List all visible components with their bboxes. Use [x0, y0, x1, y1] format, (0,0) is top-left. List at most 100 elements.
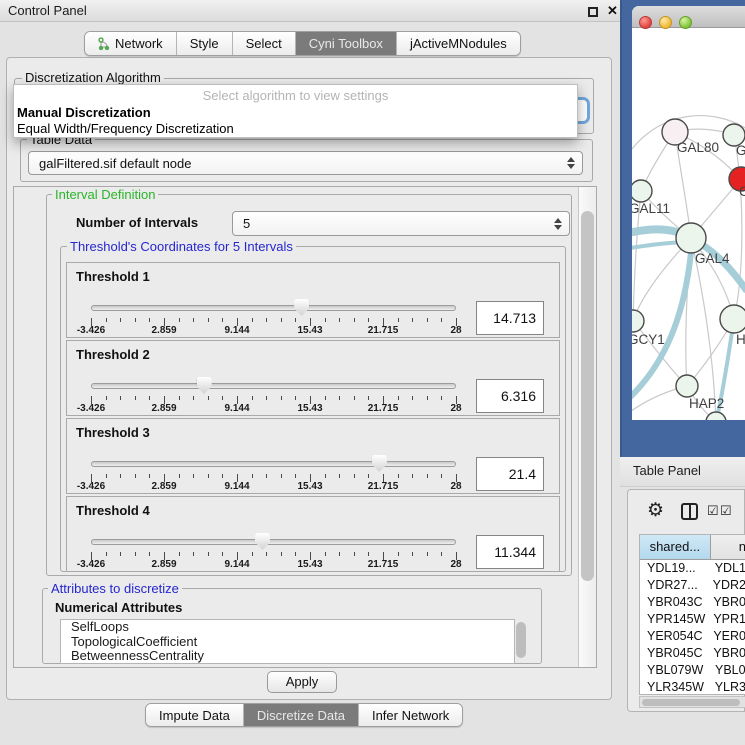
- column-header-shared-name[interactable]: shared...: [640, 535, 711, 559]
- tick-mark: [325, 552, 326, 556]
- tick-mark: [441, 552, 442, 556]
- slider-thumb[interactable]: [255, 533, 270, 550]
- bottom-tab-bar: Impute Data Discretize Data Infer Networ…: [145, 703, 463, 727]
- horizontal-scrollbar[interactable]: [639, 696, 745, 708]
- network-node[interactable]: [720, 305, 745, 333]
- slider-track[interactable]: [91, 383, 456, 389]
- table-data-combobox[interactable]: galFiltered.sif default node: [28, 151, 583, 175]
- slider-track[interactable]: [91, 305, 456, 311]
- axis-tick-label: 9.144: [224, 325, 249, 336]
- close-icon[interactable]: ✕: [607, 3, 618, 19]
- cell-shared-name[interactable]: YBR045C: [640, 645, 709, 662]
- cell-name[interactable]: YBL0: [711, 662, 745, 679]
- table-row[interactable]: YER054CYER0: [640, 628, 745, 645]
- tick-mark: [398, 318, 399, 322]
- cell-shared-name[interactable]: YLR345W: [640, 679, 711, 695]
- slider-thumb[interactable]: [197, 377, 212, 394]
- network-node[interactable]: [632, 310, 644, 332]
- checkbox-icon[interactable]: ☑: [720, 503, 732, 519]
- table-row[interactable]: YBR045CYBR0: [640, 645, 745, 662]
- cell-shared-name[interactable]: YPR145W: [640, 611, 709, 628]
- algorithm-option-equal-width[interactable]: Equal Width/Frequency Discretization: [17, 121, 234, 136]
- network-node[interactable]: [676, 375, 698, 397]
- tab-jactivemnodules[interactable]: jActiveMNodules: [397, 32, 520, 55]
- tick-mark: [281, 552, 282, 556]
- tick-mark: [252, 318, 253, 322]
- tab-infer-network[interactable]: Infer Network: [359, 704, 462, 726]
- cell-name[interactable]: YER0: [709, 628, 745, 645]
- threshold-slider[interactable]: -3.4262.8599.14415.4321.71528: [91, 299, 456, 337]
- cell-shared-name[interactable]: YDL19...: [640, 560, 711, 577]
- threshold-value-field[interactable]: 14.713: [476, 301, 544, 335]
- tab-network[interactable]: Network: [85, 32, 177, 55]
- checkbox-icon[interactable]: ☑: [707, 503, 719, 519]
- horizontal-scrollbar-thumb[interactable]: [642, 699, 740, 706]
- tick-mark: [266, 396, 267, 400]
- table-row[interactable]: YBR043CYBR0: [640, 594, 745, 611]
- tab-select[interactable]: Select: [233, 32, 296, 55]
- axis-tick-label: 21.715: [368, 481, 399, 492]
- tab-impute-data[interactable]: Impute Data: [146, 704, 244, 726]
- slider-thumb[interactable]: [294, 299, 309, 316]
- cell-shared-name[interactable]: YDR27...: [640, 577, 709, 594]
- tick-mark: [368, 552, 369, 556]
- network-window-titlebar[interactable]: [632, 6, 745, 28]
- threshold-value-field[interactable]: 11.344: [476, 535, 544, 569]
- vertical-scrollbar[interactable]: [578, 187, 596, 667]
- cell-name[interactable]: YDR2: [709, 577, 745, 594]
- control-panel-title: Control Panel: [8, 3, 87, 18]
- attributes-scrollbar-thumb[interactable]: [516, 622, 526, 658]
- attribute-list-item[interactable]: BetweennessCentrality: [61, 649, 514, 664]
- tab-cyni-toolbox[interactable]: Cyni Toolbox: [296, 32, 397, 55]
- number-of-intervals-combobox[interactable]: 5: [232, 211, 570, 236]
- threshold-label: Threshold 1: [76, 269, 150, 284]
- tab-discretize-data[interactable]: Discretize Data: [244, 704, 359, 726]
- cell-name[interactable]: YPR1: [709, 611, 745, 628]
- threshold-axis: -3.4262.8599.14415.4321.71528: [91, 559, 456, 571]
- close-traffic-light-icon[interactable]: [639, 16, 652, 29]
- cell-name[interactable]: YBR0: [709, 645, 745, 662]
- network-canvas[interactable]: GAL80GCGAL11GAL4GCY1HHAP2: [632, 29, 745, 420]
- slider-thumb[interactable]: [372, 455, 387, 472]
- network-node[interactable]: [632, 180, 652, 202]
- cell-shared-name[interactable]: YER054C: [640, 628, 709, 645]
- float-window-icon[interactable]: [588, 7, 598, 17]
- gear-icon[interactable]: ⚙: [647, 499, 664, 522]
- table-row[interactable]: YPR145WYPR1: [640, 611, 745, 628]
- threshold-slider[interactable]: -3.4262.8599.14415.4321.71528: [91, 377, 456, 415]
- axis-tick-label: 9.144: [224, 403, 249, 414]
- table-row[interactable]: YLR345WYLR3: [640, 679, 745, 695]
- numerical-attributes-list[interactable]: SelfLoopsTopologicalCoefficientBetweenne…: [60, 619, 515, 664]
- table-row[interactable]: YBL079WYBL0: [640, 662, 745, 679]
- threshold-value-field[interactable]: 21.4: [476, 457, 544, 491]
- slider-track[interactable]: [91, 539, 456, 545]
- attribute-list-item[interactable]: SelfLoops: [61, 620, 514, 635]
- threshold-slider[interactable]: -3.4262.8599.14415.4321.71528: [91, 455, 456, 493]
- minimize-traffic-light-icon[interactable]: [659, 16, 672, 29]
- cell-name[interactable]: YLR3: [711, 679, 745, 695]
- axis-tick-label: 9.144: [224, 559, 249, 570]
- cell-name[interactable]: YDL1: [711, 560, 745, 577]
- axis-tick-label: 15.43: [297, 559, 322, 570]
- network-node[interactable]: [706, 412, 726, 420]
- zoom-traffic-light-icon[interactable]: [679, 16, 692, 29]
- tick-mark: [208, 474, 209, 478]
- network-node[interactable]: [676, 223, 706, 253]
- table-row[interactable]: YDL19...YDL1: [640, 560, 745, 577]
- threshold-value-field[interactable]: 6.316: [476, 379, 544, 413]
- algorithm-option-manual[interactable]: Manual Discretization: [17, 105, 151, 120]
- apply-button[interactable]: Apply: [267, 671, 337, 693]
- column-header-name[interactable]: n: [711, 535, 745, 559]
- cell-name[interactable]: YBR0: [709, 594, 745, 611]
- tab-style[interactable]: Style: [177, 32, 233, 55]
- slider-track[interactable]: [91, 461, 456, 467]
- tick-mark: [368, 318, 369, 322]
- threshold-slider[interactable]: -3.4262.8599.14415.4321.71528: [91, 533, 456, 571]
- cell-shared-name[interactable]: YBR043C: [640, 594, 709, 611]
- column-browse-icon[interactable]: [681, 503, 698, 520]
- app-root: Control Panel ✕ Network Style Select Cyn…: [0, 0, 745, 745]
- table-row[interactable]: YDR27...YDR2: [640, 577, 745, 594]
- cell-shared-name[interactable]: YBL079W: [640, 662, 711, 679]
- vertical-scrollbar-thumb[interactable]: [581, 211, 594, 581]
- attribute-list-item[interactable]: TopologicalCoefficient: [61, 635, 514, 650]
